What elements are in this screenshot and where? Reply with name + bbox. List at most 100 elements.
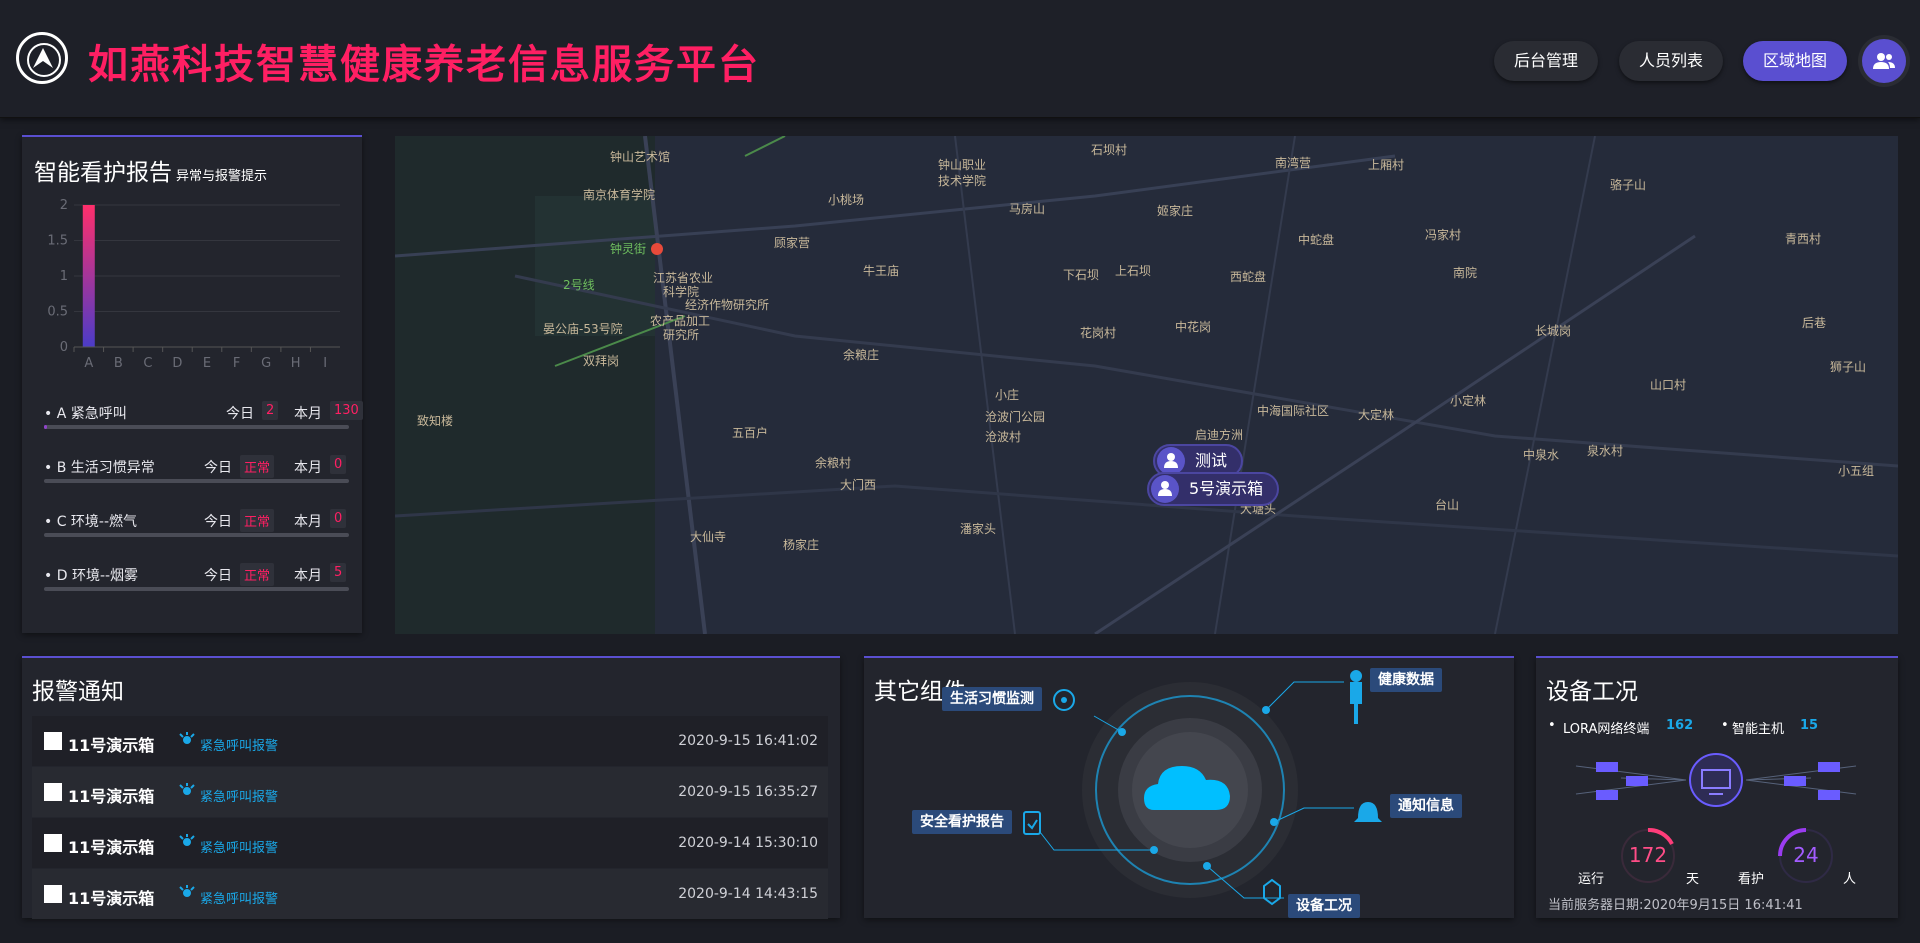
map-label: 冯家村 [1425,228,1462,242]
alarm-row[interactable]: 11号演示箱 紧急呼叫报警 2020-9-15 16:41:02 [32,716,828,766]
alarm-row[interactable]: 11号演示箱 紧急呼叫报警 2020-9-14 14:43:15 [32,869,828,919]
alarm-hand-icon [179,732,195,744]
nav-area-map-button[interactable]: 区域地图 [1743,41,1848,81]
components-panel: 其它组件 生活习惯监测 健康数据 通知信息 安全看护报告 设备工况 [864,656,1514,918]
bar-A[interactable] [82,205,95,347]
legend-row-c[interactable]: • C 环境--燃气 今日 正常 本月 0 [44,507,349,537]
row-checkbox[interactable] [44,885,62,903]
host-bullet: • [1721,718,1729,733]
alarm-type-link[interactable]: 紧急呼叫报警 [200,786,278,805]
map-label: 马房山 [1009,202,1046,216]
nav-people-list-button[interactable]: 人员列表 [1619,41,1724,81]
alarm-panel: 报警通知 11号演示箱 紧急呼叫报警 2020-9-15 16:41:02 11… [22,656,840,919]
run-unit: 天 [1686,872,1700,887]
device-name: 11号演示箱 [68,889,155,908]
alarm-hand-icon [179,783,195,795]
map-label: 下石坝 [1063,268,1100,282]
component-habit-monitor[interactable]: 生活习惯监测 [942,687,1042,711]
component-device-status[interactable]: 设备工况 [1288,894,1360,918]
y-tick-label: 2 [60,198,68,213]
map-label: 上厢村 [1368,158,1405,172]
map-label: 青西村 [1785,232,1822,246]
today-value: 正常 [240,509,275,532]
map-label: 骆子山 [1610,178,1647,192]
map-label: 狮子山 [1830,360,1867,374]
care-report-title-text: 智能看护报告 [34,160,172,186]
server-date: 当前服务器日期:2020年9月15日 16:41:41 [1548,894,1803,913]
map-label: 西蛇盘 [1230,270,1267,284]
care-report-panel: 智能看护报告 异常与报警提示 0 0.5 1 1.5 2 A B C D E F G H I • A 紧急呼… [22,135,363,633]
month-label: 本月 [294,406,322,422]
x-tick-label: A [84,356,93,371]
row-checkbox[interactable] [44,834,62,852]
map-label: 台山 [1435,498,1460,512]
alarm-time: 2020-9-14 14:43:15 [678,886,818,902]
map-label: 中海国际社区 [1257,404,1330,418]
component-safety-report[interactable]: 安全看护报告 [912,810,1012,834]
row-checkbox[interactable] [44,732,62,750]
progress-fill [44,425,48,429]
person-icon [1157,447,1185,475]
map-label: 致知楼 [417,414,454,428]
today-value: 2 [262,401,279,420]
server-date-label: 当前服务器日期: [1548,898,1644,913]
legend-row-a[interactable]: • A 紧急呼叫 今日 2 本月 130 [44,399,363,429]
map-label: 潘家头 [960,522,997,536]
today-label: 今日 [204,460,232,476]
care-report-subtitle: 异常与报警提示 [176,169,268,184]
month-value: 5 [330,563,347,582]
x-tick-label: C [143,356,152,371]
map-label: 上石坝 [1115,264,1152,278]
map-label: 五百户 [732,426,769,440]
map-label: 石坝村 [1091,143,1128,157]
alarm-row[interactable]: 11号演示箱 紧急呼叫报警 2020-9-14 15:30:10 [32,818,828,868]
map-label: 沧波门公园 [985,410,1046,424]
metro-station-icon [651,243,663,255]
map-label: 小五组 [1838,464,1875,478]
progress-track [44,533,349,537]
legend-name: • B 生活习惯异常 [44,460,155,476]
map-label: 牛王庙 [863,264,900,278]
x-tick-label: G [261,356,271,371]
alarm-type-link[interactable]: 紧急呼叫报警 [200,735,278,754]
month-value: 0 [330,455,347,474]
map-label: 南湾营 [1275,156,1312,170]
user-group-button[interactable] [1862,39,1906,83]
human-body-icon [1350,670,1363,724]
legend-row-d[interactable]: • D 环境--烟雾 今日 正常 本月 5 [44,561,349,591]
bell-icon [1354,802,1382,822]
alarm-hand-icon [179,885,195,897]
alarm-type-link[interactable]: 紧急呼叫报警 [200,837,278,856]
today-label: 今日 [204,568,232,584]
lora-label: LORA网络终端 [1563,722,1650,737]
x-tick-label: E [203,356,211,371]
legend-row-b[interactable]: • B 生活习惯异常 今日 正常 本月 0 [44,453,349,483]
run-days-value: 172 [1628,843,1668,867]
lora-count: 162 [1666,718,1694,733]
legend-name: • A 紧急呼叫 [44,406,127,422]
month-value: 0 [330,509,347,528]
progress-track [44,587,349,591]
map-label: 中花岗 [1175,320,1212,334]
map-label: 泉水村 [1587,444,1624,458]
alarm-panel-title: 报警通知 [32,679,124,705]
marker-label: 测试 [1195,451,1228,470]
device-name: 11号演示箱 [68,736,155,755]
alarm-type-link[interactable]: 紧急呼叫报警 [200,888,278,907]
month-value: 130 [330,401,363,420]
alarm-row[interactable]: 11号演示箱 紧急呼叫报警 2020-9-15 16:35:27 [32,767,828,817]
map-label: 杨家庄 [783,538,820,552]
nav-admin-button[interactable]: 后台管理 [1494,41,1599,81]
month-label: 本月 [294,568,322,584]
map-label: 余粮村 [815,456,852,470]
person-marker-demo-5[interactable]: 5号演示箱 [1147,472,1280,506]
row-checkbox[interactable] [44,783,62,801]
page-title: 如燕科技智慧健康养老信息服务平台 [88,42,760,88]
area-map[interactable]: 钟山艺术馆 南京体育学院 钟山职业 技术学院 石坝村 南湾营 上厢村 骆子山 小… [395,136,1898,634]
component-health-data[interactable]: 健康数据 [1370,668,1442,692]
swallow-icon [33,48,53,68]
month-label: 本月 [294,460,322,476]
care-people-value: 24 [1793,843,1819,867]
host-count: 15 [1800,718,1819,733]
component-notifications[interactable]: 通知信息 [1390,794,1462,818]
